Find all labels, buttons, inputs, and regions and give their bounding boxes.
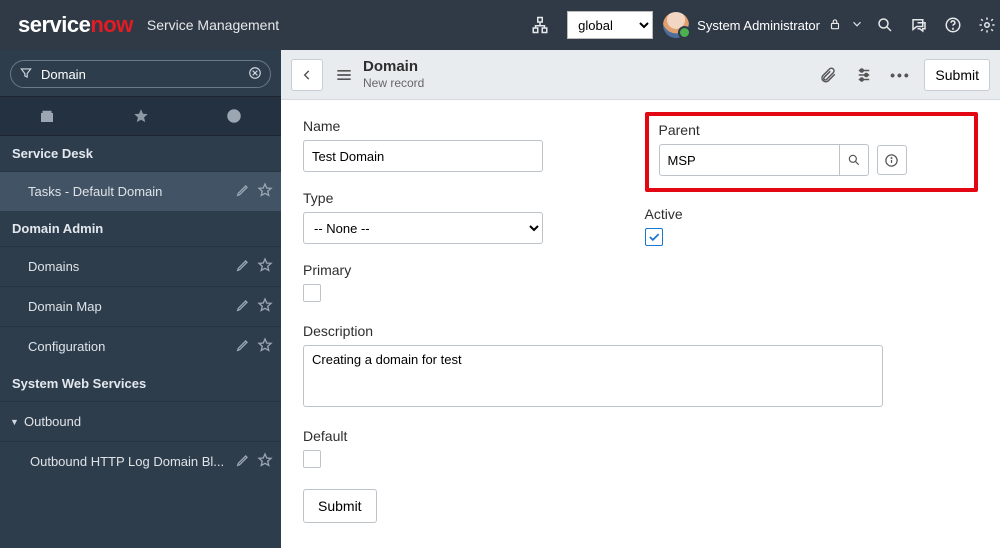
more-actions-icon[interactable]: ••• <box>886 61 914 89</box>
caret-down-icon <box>850 17 864 34</box>
nav-section-web-services: System Web Services <box>0 366 281 401</box>
nav-item-configuration[interactable]: Configuration <box>0 326 281 366</box>
nav-item-label: Configuration <box>28 339 235 354</box>
nav-section-domain-admin: Domain Admin <box>0 211 281 246</box>
star-icon[interactable] <box>257 452 273 471</box>
nav-tab-all[interactable] <box>0 97 94 135</box>
gear-icon[interactable] <box>976 14 998 36</box>
name-label: Name <box>303 118 637 134</box>
primary-label: Primary <box>303 262 637 278</box>
chat-icon[interactable] <box>908 14 930 36</box>
edit-icon[interactable] <box>235 182 251 201</box>
lookup-icon[interactable] <box>839 144 869 176</box>
lock-icon <box>828 17 842 34</box>
record-subtitle: New record <box>363 76 424 90</box>
primary-checkbox[interactable] <box>303 284 321 302</box>
submit-button[interactable]: Submit <box>303 489 377 523</box>
back-button[interactable] <box>291 59 323 91</box>
scope-select[interactable]: global <box>567 11 653 39</box>
description-textarea[interactable] <box>303 345 883 407</box>
logo-text-1: service <box>18 12 90 37</box>
nav-filter[interactable]: Domain <box>10 60 271 88</box>
left-nav: Domain Service Desk Tasks - Default Doma… <box>0 50 281 548</box>
search-icon[interactable] <box>874 14 896 36</box>
app-title: Service Management <box>147 17 279 33</box>
star-icon[interactable] <box>257 337 273 356</box>
active-checkbox[interactable] <box>645 228 663 246</box>
type-label: Type <box>303 190 637 206</box>
nav-item-label: Domains <box>28 259 235 274</box>
edit-icon[interactable] <box>235 452 251 471</box>
nav-tab-history[interactable] <box>187 97 281 135</box>
help-icon[interactable] <box>942 14 964 36</box>
logo: servicenow <box>0 12 147 38</box>
edit-icon[interactable] <box>235 297 251 316</box>
parent-label: Parent <box>659 122 965 138</box>
nav-item-outbound[interactable]: Outbound <box>0 401 281 441</box>
star-icon[interactable] <box>257 257 273 276</box>
parent-highlight: Parent <box>645 112 979 192</box>
logo-text-2: now <box>90 12 133 37</box>
form-body: Name Type -- None -- Primary <box>281 100 1000 548</box>
active-label: Active <box>645 206 979 222</box>
nav-item-label: Outbound HTTP Log Domain Bl... <box>30 454 235 469</box>
submit-button-header[interactable]: Submit <box>924 59 990 91</box>
domain-scope-icon[interactable] <box>529 14 551 36</box>
nav-item-label: Domain Map <box>28 299 235 314</box>
edit-icon[interactable] <box>235 337 251 356</box>
nav-item-label: Outbound <box>18 414 273 429</box>
edit-icon[interactable] <box>235 257 251 276</box>
default-checkbox[interactable] <box>303 450 321 468</box>
nav-filter-text: Domain <box>33 67 248 82</box>
parent-input[interactable] <box>659 144 869 176</box>
attachment-icon[interactable] <box>814 61 842 89</box>
filter-clear-icon[interactable] <box>248 66 262 83</box>
info-icon[interactable] <box>877 145 907 175</box>
name-input[interactable] <box>303 140 543 172</box>
nav-tab-favorites[interactable] <box>94 97 188 135</box>
filter-icon <box>19 66 33 83</box>
nav-item-tasks[interactable]: Tasks - Default Domain <box>0 171 281 211</box>
nav-tabs <box>0 96 281 136</box>
nav-item-domain-map[interactable]: Domain Map <box>0 286 281 326</box>
form-header: Domain New record ••• Submit <box>281 50 1000 100</box>
avatar <box>663 12 689 38</box>
type-select[interactable]: -- None -- <box>303 212 543 244</box>
default-label: Default <box>303 428 978 444</box>
description-label: Description <box>303 323 978 339</box>
user-name: System Administrator <box>697 18 820 33</box>
content-pane: Domain New record ••• Submit Name Type <box>281 50 1000 548</box>
nav-item-label: Tasks - Default Domain <box>28 184 235 199</box>
nav-item-outbound-log[interactable]: Outbound HTTP Log Domain Bl... <box>0 441 281 481</box>
record-title: Domain <box>363 58 424 76</box>
user-menu[interactable]: System Administrator <box>663 12 864 38</box>
context-menu-icon[interactable] <box>331 65 357 85</box>
star-icon[interactable] <box>257 297 273 316</box>
nav-item-domains[interactable]: Domains <box>0 246 281 286</box>
nav-section-service-desk: Service Desk <box>0 136 281 171</box>
personalize-icon[interactable] <box>850 61 878 89</box>
top-banner: servicenow Service Management global Sys… <box>0 0 1000 50</box>
star-icon[interactable] <box>257 182 273 201</box>
